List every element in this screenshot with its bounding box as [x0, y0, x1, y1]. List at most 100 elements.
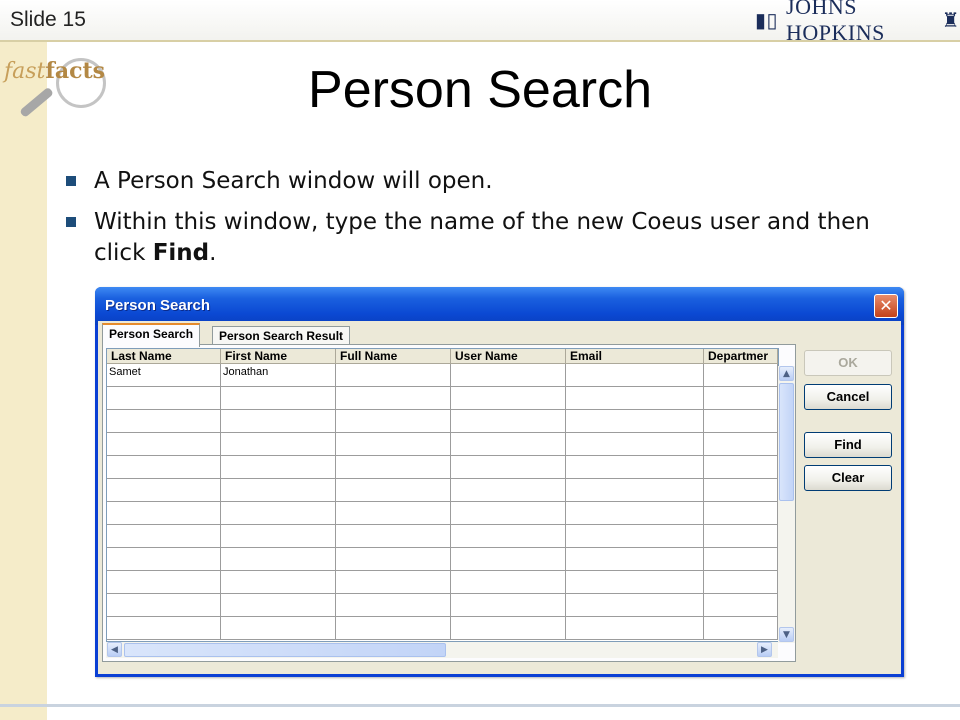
table-row[interactable] [107, 433, 778, 456]
table-cell[interactable] [336, 410, 451, 432]
table-cell[interactable] [221, 548, 336, 570]
table-cell[interactable] [451, 502, 566, 524]
scroll-right-icon[interactable]: ▶ [757, 642, 772, 657]
close-icon[interactable]: ✕ [874, 294, 898, 318]
column-header[interactable]: Last Name [107, 349, 221, 363]
table-cell[interactable] [107, 525, 221, 547]
table-cell[interactable] [704, 433, 778, 455]
table-cell[interactable] [221, 502, 336, 524]
window-titlebar[interactable]: Person Search ✕ [95, 287, 904, 325]
table-cell[interactable] [566, 456, 704, 478]
table-cell[interactable] [566, 479, 704, 501]
table-cell[interactable] [107, 387, 221, 409]
scroll-down-icon[interactable]: ▼ [779, 627, 794, 642]
tab-person-search-result[interactable]: Person Search Result [212, 326, 351, 346]
table-cell[interactable] [451, 571, 566, 593]
table-cell[interactable] [566, 525, 704, 547]
table-row[interactable] [107, 548, 778, 571]
table-cell[interactable] [221, 617, 336, 639]
column-header[interactable]: User Name [451, 349, 566, 363]
table-row[interactable]: Samet Jonathan [107, 364, 778, 387]
table-cell[interactable] [107, 433, 221, 455]
table-cell[interactable] [704, 364, 778, 386]
table-cell[interactable] [704, 617, 778, 639]
find-button[interactable]: Find [804, 432, 892, 458]
table-row[interactable] [107, 387, 778, 410]
tab-person-search[interactable]: Person Search [102, 323, 201, 347]
table-cell[interactable] [221, 456, 336, 478]
table-cell[interactable] [451, 548, 566, 570]
table-cell[interactable] [451, 594, 566, 616]
table-row[interactable] [107, 479, 778, 502]
table-cell[interactable] [336, 502, 451, 524]
table-cell[interactable] [107, 410, 221, 432]
table-cell[interactable] [451, 617, 566, 639]
table-cell[interactable] [566, 548, 704, 570]
table-cell[interactable] [336, 594, 451, 616]
table-cell[interactable] [566, 617, 704, 639]
table-row[interactable] [107, 456, 778, 479]
clear-button[interactable]: Clear [804, 465, 892, 491]
ok-button[interactable]: OK [804, 350, 892, 376]
column-header[interactable]: Departmer [704, 349, 778, 363]
table-row[interactable] [107, 571, 778, 594]
column-header[interactable]: Full Name [336, 349, 451, 363]
column-header[interactable]: First Name [221, 349, 336, 363]
scroll-left-icon[interactable]: ◀ [107, 642, 122, 657]
table-cell[interactable] [107, 479, 221, 501]
table-row[interactable] [107, 525, 778, 548]
table-cell[interactable] [221, 594, 336, 616]
scroll-up-icon[interactable]: ▲ [779, 366, 794, 381]
table-cell[interactable] [451, 456, 566, 478]
table-cell[interactable] [107, 456, 221, 478]
table-cell[interactable] [704, 548, 778, 570]
table-cell[interactable]: Jonathan [221, 364, 336, 386]
table-cell[interactable] [566, 502, 704, 524]
table-cell[interactable] [566, 433, 704, 455]
table-cell[interactable] [107, 502, 221, 524]
table-row[interactable] [107, 502, 778, 525]
table-cell[interactable] [221, 571, 336, 593]
table-cell[interactable] [107, 594, 221, 616]
table-cell[interactable] [336, 387, 451, 409]
table-cell[interactable] [221, 479, 336, 501]
table-cell[interactable] [221, 410, 336, 432]
table-cell[interactable] [451, 525, 566, 547]
table-cell[interactable] [221, 525, 336, 547]
table-cell[interactable] [704, 479, 778, 501]
horizontal-scrollbar[interactable]: ◀ ▶ [106, 642, 778, 658]
table-cell[interactable] [704, 387, 778, 409]
table-cell[interactable] [336, 364, 451, 386]
table-cell[interactable] [221, 433, 336, 455]
table-row[interactable] [107, 410, 778, 433]
vertical-scrollbar[interactable]: ▲ ▼ [778, 366, 795, 643]
table-cell[interactable] [566, 364, 704, 386]
table-cell[interactable] [704, 571, 778, 593]
table-cell[interactable] [336, 433, 451, 455]
table-cell[interactable] [336, 525, 451, 547]
horizontal-scroll-thumb[interactable] [124, 643, 446, 657]
table-cell[interactable] [451, 364, 566, 386]
table-cell[interactable] [107, 617, 221, 639]
table-cell[interactable] [451, 387, 566, 409]
table-cell[interactable] [107, 571, 221, 593]
cancel-button[interactable]: Cancel [804, 384, 892, 410]
table-cell[interactable] [451, 433, 566, 455]
table-cell[interactable] [336, 548, 451, 570]
table-cell[interactable] [336, 479, 451, 501]
table-row[interactable] [107, 594, 778, 617]
table-cell[interactable] [336, 571, 451, 593]
vertical-scroll-thumb[interactable] [779, 383, 794, 501]
table-cell[interactable] [336, 456, 451, 478]
column-header[interactable]: Email [566, 349, 704, 363]
table-cell[interactable] [566, 594, 704, 616]
table-cell[interactable] [704, 502, 778, 524]
table-cell[interactable] [451, 479, 566, 501]
table-cell[interactable] [704, 525, 778, 547]
table-cell[interactable] [221, 387, 336, 409]
table-row[interactable] [107, 617, 778, 640]
table-cell[interactable] [107, 548, 221, 570]
table-cell[interactable] [704, 594, 778, 616]
table-cell[interactable]: Samet [107, 364, 221, 386]
table-cell[interactable] [566, 387, 704, 409]
